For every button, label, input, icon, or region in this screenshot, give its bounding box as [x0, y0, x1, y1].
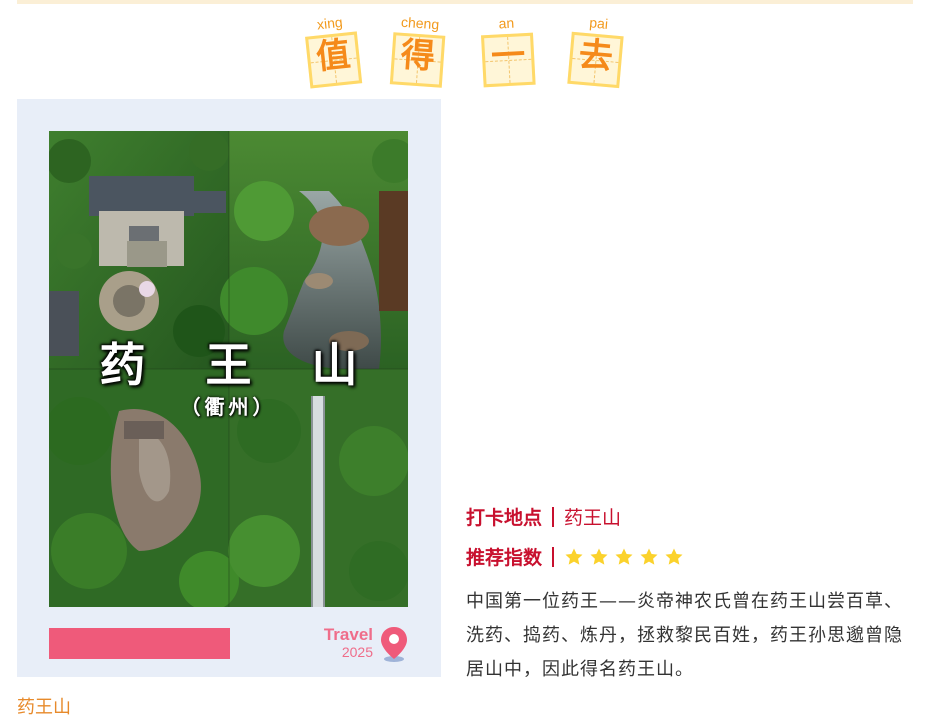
- top-divider: [17, 0, 913, 4]
- location-label: 打卡地点: [466, 507, 543, 529]
- location-value: 药王山: [564, 507, 622, 529]
- pinyin-2: cheng: [400, 13, 440, 33]
- poster-card: 药 王 山 （衢州） Travel 2025: [17, 99, 441, 677]
- description-text: 中国第一位药王——炎帝神农氏曾在药王山尝百草、洗药、捣药、炼丹，拯救黎民百姓，药…: [466, 591, 903, 680]
- title-char-4: 去: [577, 34, 615, 78]
- title-char-2: 得: [399, 34, 437, 78]
- travel-label: Travel: [323, 625, 373, 644]
- rating-stars: [564, 547, 689, 575]
- title-banner: xing 值 cheng 得 an 一 pai 去: [300, 14, 640, 94]
- caption-text: 药王山: [17, 697, 71, 718]
- title-tile-2: cheng 得: [385, 12, 450, 96]
- title-char-1: 值: [314, 34, 353, 78]
- pinyin-4: pai: [588, 14, 609, 32]
- travel-year: 2025: [341, 644, 373, 660]
- separator: [552, 547, 555, 567]
- rating-row: 推荐指数: [466, 544, 689, 572]
- poster-photo: 药 王 山 （衢州）: [49, 131, 408, 607]
- star-icon: [615, 548, 633, 565]
- pink-label-bar: [49, 628, 230, 659]
- star-icon: [665, 548, 683, 565]
- poster-subtitle: （衢州）: [180, 395, 277, 419]
- separator: [552, 507, 555, 527]
- star-icon: [565, 548, 583, 565]
- title-tile-1: xing 值: [299, 11, 367, 97]
- pinyin-3: an: [498, 14, 515, 32]
- location-pin-icon: [381, 627, 407, 662]
- poster-title: 药 王 山: [99, 338, 380, 392]
- rating-label: 推荐指数: [466, 547, 543, 569]
- star-icon: [590, 548, 608, 565]
- star-icon: [640, 548, 658, 565]
- title-char-3: 一: [490, 35, 527, 77]
- checkin-location-row: 打卡地点 药王山: [466, 504, 621, 532]
- title-tile-4: pai 去: [563, 12, 630, 97]
- title-tile-3: an 一: [476, 12, 540, 95]
